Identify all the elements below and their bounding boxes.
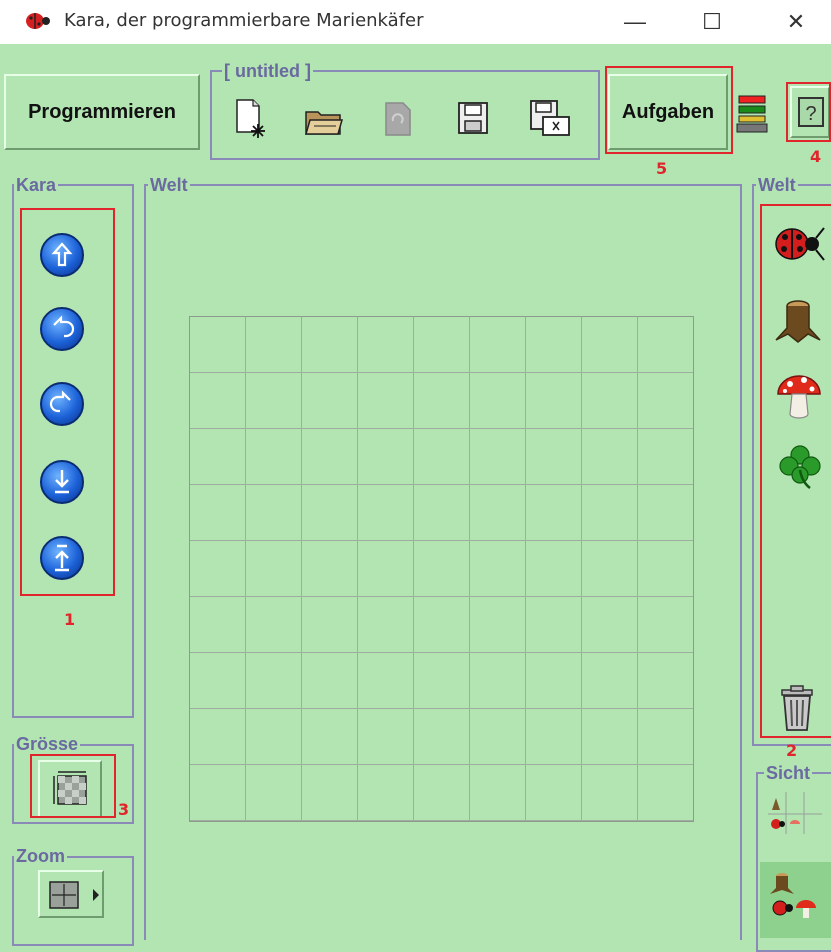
annotation-4: 4 — [810, 147, 822, 166]
annotation-3: 3 — [118, 800, 130, 819]
file-group-title: [ untitled ] — [222, 61, 313, 81]
move-forward-button[interactable] — [40, 233, 84, 277]
close-button[interactable]: ✕ — [766, 0, 826, 44]
programmieren-button[interactable]: Programmieren — [4, 74, 200, 150]
view-icons-icon — [770, 873, 816, 918]
tree-stump-icon[interactable] — [772, 298, 826, 344]
save-as-icon[interactable] — [529, 99, 571, 137]
world-palette-title: Welt — [756, 175, 798, 195]
reload-icon — [385, 102, 411, 136]
pick-leaf-button[interactable] — [40, 536, 84, 580]
turn-left-icon — [53, 315, 75, 338]
tools-icon[interactable] — [735, 92, 773, 134]
trash-icon[interactable] — [776, 684, 818, 734]
world-grid[interactable] — [189, 316, 694, 822]
new-file-icon[interactable] — [233, 98, 265, 138]
ladybug-app-icon — [26, 13, 50, 29]
turn-left-button[interactable] — [40, 307, 84, 351]
open-folder-icon[interactable] — [304, 106, 344, 136]
zoom-icon — [49, 881, 79, 909]
zoom-dropdown-arrow-icon — [93, 889, 99, 901]
highlight-groesse — [30, 754, 116, 818]
window-title: Kara, der programmierbare Marienkäfer — [64, 10, 424, 31]
clover-leaf-icon[interactable] — [776, 442, 824, 490]
maximize-button[interactable]: ☐ — [682, 0, 742, 44]
minimize-button[interactable]: — — [605, 0, 665, 44]
turn-right-button[interactable] — [40, 382, 84, 426]
mushroom-icon[interactable] — [774, 370, 824, 420]
pick-leaf-icon — [55, 544, 69, 572]
save-icon[interactable] — [457, 101, 489, 135]
view-grid-icon — [768, 792, 822, 834]
kara-panel-title: Kara — [14, 175, 59, 195]
turn-right-icon — [49, 390, 71, 413]
world-panel-title: Welt — [148, 175, 190, 195]
zoom-button[interactable] — [38, 870, 104, 918]
annotation-5: 5 — [656, 159, 668, 178]
highlight-help — [786, 82, 831, 142]
annotation-2: 2 — [786, 741, 798, 760]
highlight-aufgaben — [605, 66, 733, 154]
view-mode-grid-button[interactable] — [762, 790, 831, 836]
ladybug-icon[interactable] — [772, 220, 826, 266]
put-leaf-icon — [55, 470, 69, 494]
sicht-panel-title: Sicht — [764, 763, 813, 783]
view-mode-icons-button[interactable] — [760, 862, 831, 938]
put-leaf-button[interactable] — [40, 460, 84, 504]
move-forward-icon — [51, 242, 73, 267]
title-bar: Kara, der programmierbare Marienkäfer — … — [0, 0, 831, 44]
groesse-panel-title: Grösse — [14, 734, 81, 754]
zoom-panel-title: Zoom — [14, 846, 67, 866]
annotation-1: 1 — [64, 610, 76, 629]
